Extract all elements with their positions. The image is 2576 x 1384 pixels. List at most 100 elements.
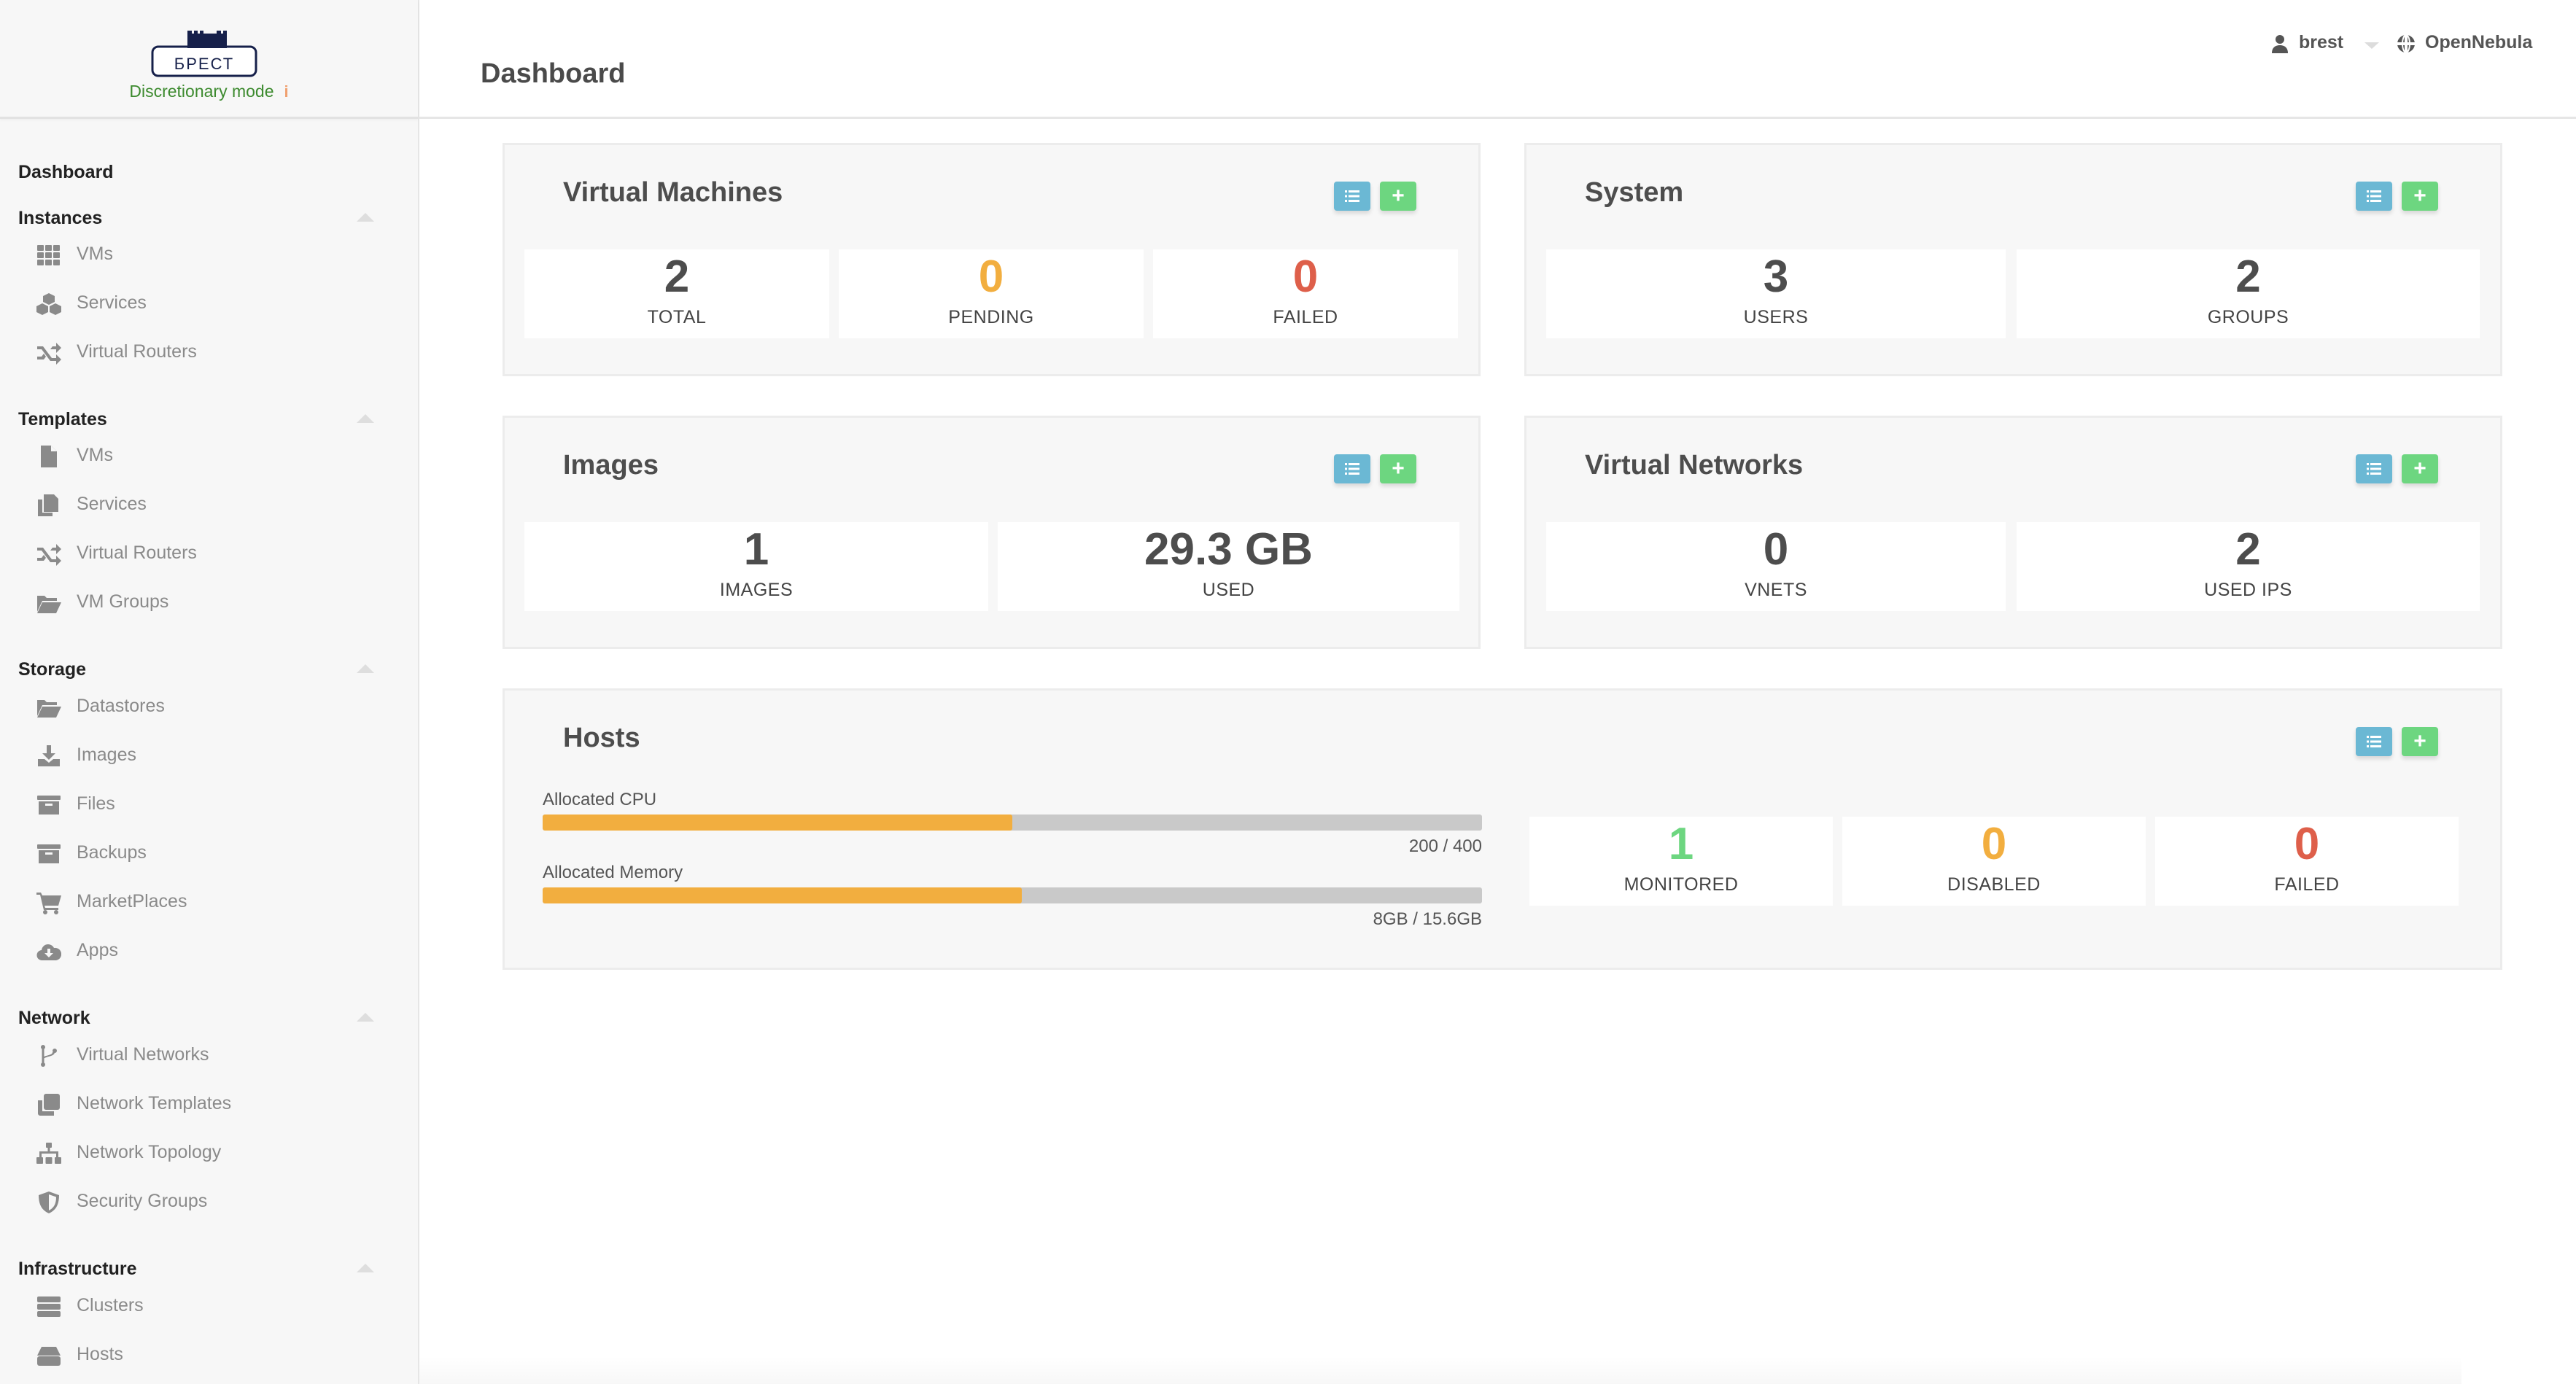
stat-hosts-failed[interactable]: 0 FAILED: [2155, 817, 2459, 906]
cubes-icon: [36, 292, 61, 316]
archive-icon: [36, 793, 61, 817]
add-vm-button[interactable]: +: [1380, 182, 1416, 211]
card-title: Virtual Machines: [563, 177, 783, 208]
globe-icon: [2396, 34, 2416, 54]
sidebar-item-vm-groups[interactable]: VM Groups: [36, 588, 387, 618]
stat-used-ips[interactable]: 2 USED IPS: [2017, 522, 2480, 611]
add-image-button[interactable]: +: [1380, 454, 1416, 483]
grid-icon: [36, 244, 61, 267]
plus-icon: +: [1392, 184, 1405, 208]
collapse-templates-icon[interactable]: [357, 414, 374, 423]
cloud-download-icon: [36, 940, 62, 963]
sidebar-item-label: Virtual Routers: [77, 543, 197, 563]
sidebar-section-instances[interactable]: Instances: [18, 208, 102, 229]
folder-open-icon: [36, 696, 61, 719]
stat-total[interactable]: 2 TOTAL: [524, 249, 829, 338]
stat-value: 0: [1292, 252, 1319, 302]
stat-value: 1: [743, 524, 769, 575]
sidebar-item-marketplaces[interactable]: MarketPlaces: [36, 888, 387, 917]
add-host-button[interactable]: +: [2402, 727, 2438, 756]
sidebar-item-datastores[interactable]: Datastores: [36, 693, 387, 722]
chevron-down-icon: [2364, 42, 2379, 49]
stat-label: MONITORED: [1623, 874, 1739, 895]
cpu-value: 200 / 400: [1408, 836, 1482, 856]
stat-failed[interactable]: 0 FAILED: [1153, 249, 1458, 338]
memory-progress-fill: [543, 887, 1022, 903]
hosts-card: Hosts + Allocated CPU 200 / 400 Allocate…: [503, 688, 2502, 970]
stat-monitored[interactable]: 1 MONITORED: [1529, 817, 1833, 906]
stat-users[interactable]: 3 USERS: [1546, 249, 2006, 338]
sidebar-item-label: Network Templates: [77, 1093, 232, 1113]
stat-images[interactable]: 1 IMAGES: [524, 522, 988, 611]
sidebar-item-network-topology[interactable]: Network Topology: [36, 1139, 387, 1168]
sidebar-item-label: Clusters: [77, 1295, 144, 1315]
list-vnets-button[interactable]: [2356, 454, 2392, 483]
sidebar-item-clusters[interactable]: Clusters: [36, 1292, 387, 1321]
sidebar-item-instances-vms[interactable]: VMs: [36, 241, 387, 270]
code-branch-icon: [36, 1044, 61, 1068]
list-hosts-button[interactable]: [2356, 727, 2392, 756]
list-vms-button[interactable]: [1334, 182, 1370, 211]
stat-vnets[interactable]: 0 VNETS: [1546, 522, 2006, 611]
shuffle-icon: [36, 341, 61, 365]
sidebar-item-label: VM Groups: [77, 591, 169, 612]
list-icon: [1345, 190, 1359, 202]
stat-groups[interactable]: 2 GROUPS: [2017, 249, 2480, 338]
plus-icon: +: [2413, 184, 2426, 208]
memory-progress-bar: [543, 887, 1482, 903]
sidebar-item-images[interactable]: Images: [36, 742, 387, 771]
archive-icon: [36, 842, 61, 866]
list-users-button[interactable]: [2356, 182, 2392, 211]
shuffle-icon: [36, 543, 61, 566]
cart-icon: [36, 891, 61, 914]
folder-open-icon: [36, 591, 61, 615]
sidebar-item-instances-services[interactable]: Services: [36, 289, 387, 319]
sidebar-item-templates-vms[interactable]: VMs: [36, 442, 387, 471]
sidebar-item-templates-virtual-routers[interactable]: Virtual Routers: [36, 540, 387, 569]
info-icon[interactable]: i: [284, 82, 289, 101]
stat-label: USED IPS: [2204, 580, 2292, 600]
sidebar-item-templates-services[interactable]: Services: [36, 491, 387, 520]
memory-label: Allocated Memory: [543, 863, 683, 882]
stat-disabled[interactable]: 0 DISABLED: [1842, 817, 2146, 906]
sidebar-item-dashboard[interactable]: Dashboard: [18, 162, 114, 183]
sidebar-section-templates[interactable]: Templates: [18, 409, 107, 430]
card-title: System: [1585, 177, 1684, 208]
brest-logo[interactable]: БРЕСТ: [148, 29, 260, 79]
stat-pending[interactable]: 0 PENDING: [839, 249, 1144, 338]
plus-icon: +: [1392, 456, 1405, 481]
sidebar-section-storage[interactable]: Storage: [18, 659, 86, 680]
sidebar-section-infrastructure[interactable]: Infrastructure: [18, 1259, 137, 1280]
sidebar-item-label: VMs: [77, 244, 113, 264]
collapse-infrastructure-icon[interactable]: [357, 1264, 374, 1272]
collapse-storage-icon[interactable]: [357, 664, 374, 673]
security-mode: Discretionary mode i: [0, 82, 418, 101]
sidebar-item-hosts[interactable]: Hosts: [36, 1341, 387, 1370]
list-images-button[interactable]: [1334, 454, 1370, 483]
sidebar-item-label: Virtual Networks: [77, 1044, 209, 1065]
collapse-instances-icon[interactable]: [357, 213, 374, 222]
plus-icon: +: [2413, 456, 2426, 481]
sidebar-item-apps[interactable]: Apps: [36, 937, 387, 966]
sidebar-item-virtual-networks[interactable]: Virtual Networks: [36, 1041, 387, 1070]
stat-value: 2: [664, 252, 690, 302]
stat-label: GROUPS: [2207, 307, 2289, 327]
stat-label: USERS: [1743, 307, 1809, 327]
add-user-button[interactable]: +: [2402, 182, 2438, 211]
sidebar-item-files[interactable]: Files: [36, 790, 387, 820]
sidebar-section-network[interactable]: Network: [18, 1008, 90, 1029]
top-header: Dashboard brest OpenNebula: [419, 0, 2576, 119]
sidebar-item-backups[interactable]: Backups: [36, 839, 387, 868]
sidebar-item-security-groups[interactable]: Security Groups: [36, 1188, 387, 1217]
download-icon: [36, 745, 61, 768]
collapse-network-icon[interactable]: [357, 1013, 374, 1022]
sidebar-item-network-templates[interactable]: Network Templates: [36, 1090, 387, 1119]
sidebar-item-label: MarketPlaces: [77, 891, 187, 911]
shield-icon: [36, 1191, 61, 1214]
add-vnet-button[interactable]: +: [2402, 454, 2438, 483]
sidebar-item-instances-virtual-routers[interactable]: Virtual Routers: [36, 338, 387, 368]
stat-value: 29.3 GB: [1144, 524, 1313, 575]
list-icon: [2367, 463, 2381, 475]
stat-used[interactable]: 29.3 GB USED: [998, 522, 1459, 611]
memory-value: 8GB / 15.6GB: [1373, 909, 1482, 929]
